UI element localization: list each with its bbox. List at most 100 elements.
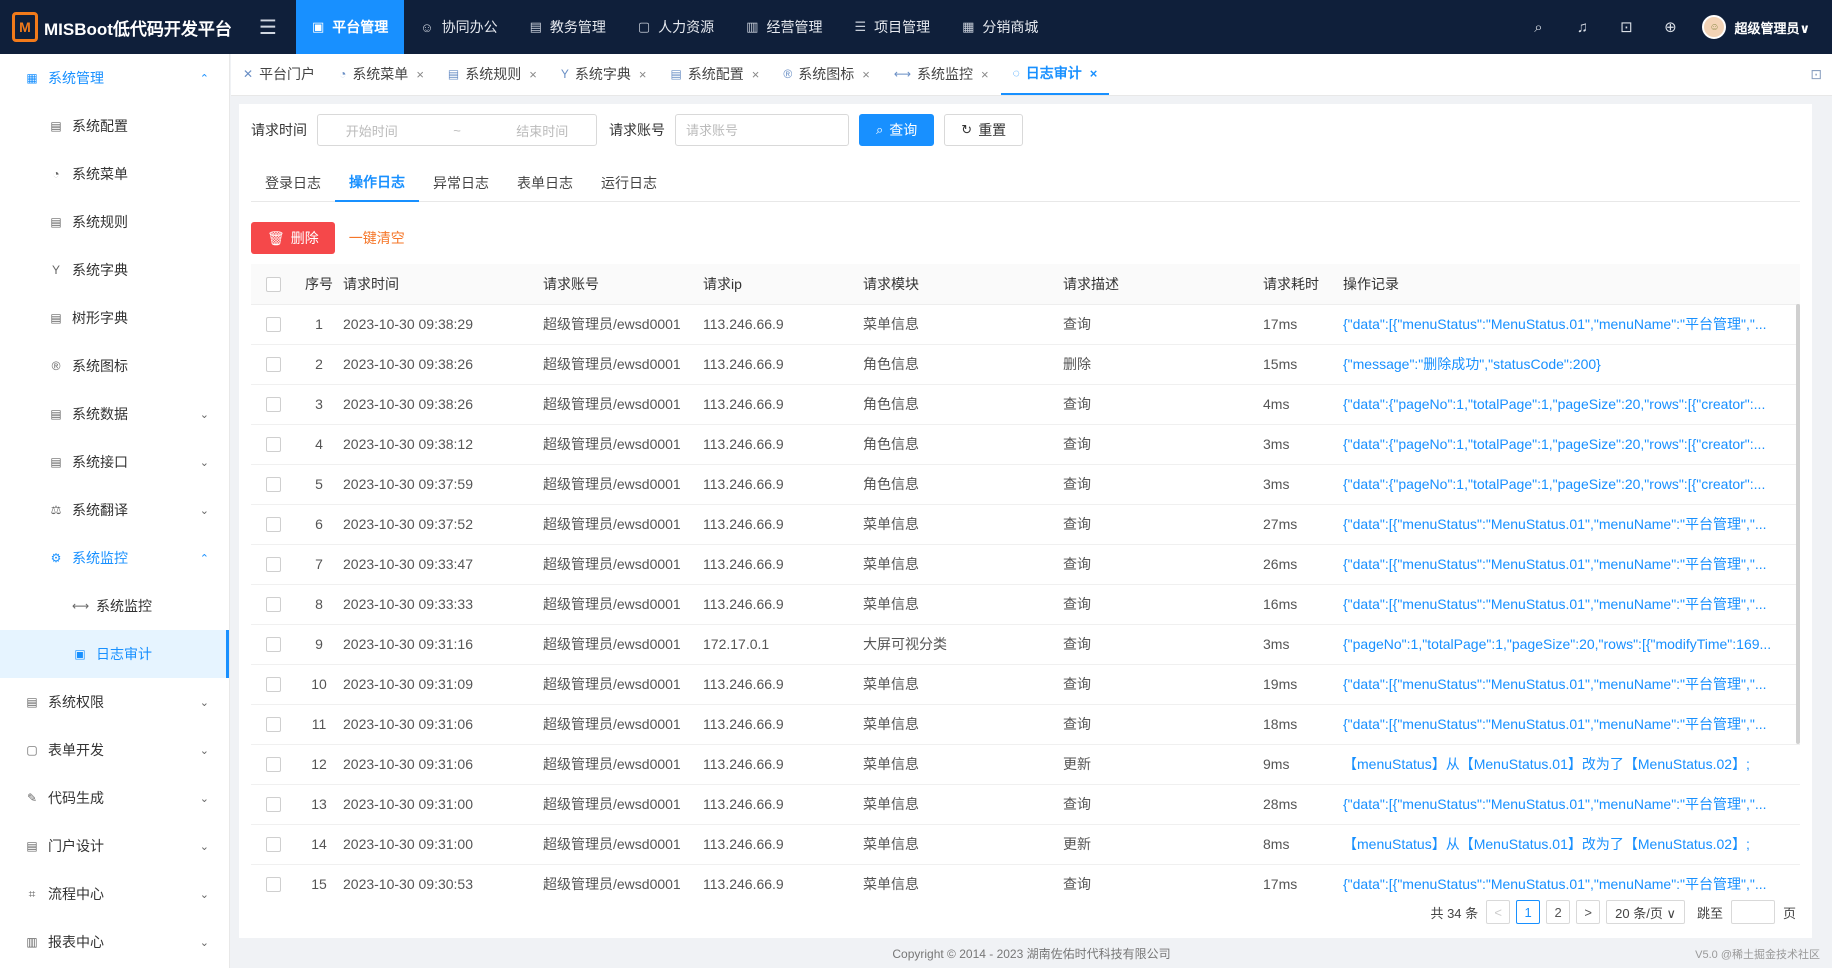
sidebar-item-5[interactable]: ▤ 树形字典 [0, 294, 229, 342]
log-tab-3[interactable]: 表单日志 [503, 164, 587, 202]
sidebar-item-14[interactable]: ▢ 表单开发 ⌄ [0, 726, 229, 774]
table-cell[interactable]: {"data":[{"menuStatus":"MenuStatus.01","… [1343, 584, 1800, 625]
sidebar-item-11[interactable]: ⟷ 系统监控 [0, 582, 229, 630]
table-row[interactable]: 6 2023-10-30 09:37:52 超级管理员/ewsd0001 113.24… [251, 504, 1800, 545]
row-checkbox[interactable] [265, 477, 281, 493]
table-cell[interactable]: {"data":[{"menuStatus":"MenuStatus.01","… [1343, 504, 1800, 545]
globe-icon[interactable]: ⊕ [1648, 18, 1692, 36]
row-checkbox[interactable] [265, 837, 281, 853]
nav-item-4[interactable]: ▥ 经营管理 [730, 0, 838, 54]
close-icon[interactable]: × [752, 67, 760, 82]
table-cell[interactable]: 【menuStatus】从【MenuStatus.01】改为了【MenuStat… [1343, 824, 1800, 865]
sidebar-item-1[interactable]: ▤ 系统配置 [0, 102, 229, 150]
row-checkbox[interactable] [265, 357, 281, 373]
row-checkbox[interactable] [265, 637, 281, 653]
close-icon[interactable]: × [862, 67, 870, 82]
sidebar-item-18[interactable]: ▥ 报表中心 ⌄ [0, 918, 229, 966]
log-tab-4[interactable]: 运行日志 [587, 164, 671, 202]
close-icon[interactable]: × [416, 67, 424, 82]
table-row[interactable]: 15 2023-10-30 09:30:53 超级管理员/ewsd0001 113.2… [251, 864, 1800, 894]
table-cell[interactable]: {"data":[{"menuStatus":"MenuStatus.01","… [1343, 544, 1800, 585]
table-row[interactable]: 11 2023-10-30 09:31:06 超级管理员/ewsd0001 113.2… [251, 704, 1800, 745]
row-checkbox[interactable] [265, 717, 281, 733]
row-checkbox[interactable] [265, 437, 281, 453]
sidebar-item-8[interactable]: ▤ 系统接口 ⌄ [0, 438, 229, 486]
table-cell[interactable]: {"pageNo":1,"totalPage":1,"pageSize":20,… [1343, 624, 1800, 665]
table-cell[interactable]: {"data":{"pageNo":1,"totalPage":1,"pageS… [1343, 464, 1800, 505]
logo[interactable]: M MISBoot低代码开发平台 [0, 0, 240, 54]
row-checkbox[interactable] [265, 517, 281, 533]
table-scrollbar[interactable] [1796, 304, 1800, 744]
tab-5[interactable]: ® 系统图标 × [771, 53, 881, 95]
table-row[interactable]: 14 2023-10-30 09:31:00 超级管理员/ewsd0001 113.2… [251, 824, 1800, 865]
table-row[interactable]: 9 2023-10-30 09:31:16 超级管理员/ewsd0001 172.17… [251, 624, 1800, 665]
close-icon[interactable]: × [639, 67, 647, 82]
row-checkbox[interactable] [265, 557, 281, 573]
nav-item-1[interactable]: ☺ 协同办公 [404, 0, 513, 54]
request-account-input[interactable] [675, 114, 849, 146]
row-checkbox[interactable] [265, 597, 281, 613]
log-tab-0[interactable]: 登录日志 [251, 164, 335, 202]
sidebar-item-10[interactable]: ⚙ 系统监控 ⌃ [0, 534, 229, 582]
search-button[interactable]: ⌕ 查询 [859, 114, 935, 146]
sidebar-item-16[interactable]: ▤ 门户设计 ⌄ [0, 822, 229, 870]
close-icon[interactable]: × [1090, 66, 1098, 81]
menu-toggle-icon[interactable]: ☰ [240, 0, 296, 54]
tab-0[interactable]: ✕ 平台门户 [231, 53, 327, 95]
bell-icon[interactable]: ♫ [1560, 19, 1604, 36]
log-tab-2[interactable]: 异常日志 [419, 164, 503, 202]
row-checkbox[interactable] [265, 797, 281, 813]
table-row[interactable]: 8 2023-10-30 09:33:33 超级管理员/ewsd0001 113.24… [251, 584, 1800, 625]
nav-item-3[interactable]: ▢ 人力资源 [622, 0, 730, 54]
table-cell[interactable]: {"data":[{"menuStatus":"MenuStatus.01","… [1343, 664, 1800, 705]
tab-lock-icon[interactable]: ⊡ [1810, 66, 1822, 83]
date-range-picker[interactable]: 开始时间 ~ 结束时间 [317, 114, 597, 146]
table-row[interactable]: 1 2023-10-30 09:38:29 超级管理员/ewsd0001 113.24… [251, 304, 1800, 345]
table-cell[interactable]: {"data":[{"menuStatus":"MenuStatus.01","… [1343, 864, 1800, 894]
table-cell[interactable]: {"data":{"pageNo":1,"totalPage":1,"pageS… [1343, 424, 1800, 465]
sidebar-item-9[interactable]: ⚖ 系统翻译 ⌄ [0, 486, 229, 534]
table-row[interactable]: 10 2023-10-30 09:31:09 超级管理员/ewsd0001 113.2… [251, 664, 1800, 705]
jump-page-input[interactable] [1730, 900, 1775, 924]
table-cell[interactable]: {"message":"删除成功","statusCode":200} [1343, 344, 1800, 385]
sidebar-item-6[interactable]: ® 系统图标 [0, 342, 229, 390]
next-page-button[interactable]: > [1576, 900, 1601, 924]
sidebar-item-7[interactable]: ▤ 系统数据 ⌄ [0, 390, 229, 438]
tab-7[interactable]: ◌ 日志审计 × [1000, 53, 1110, 95]
row-checkbox[interactable] [265, 397, 281, 413]
page-size-select[interactable]: 20 条/页 ∨ [1606, 900, 1685, 924]
close-icon[interactable]: × [529, 67, 537, 82]
tab-4[interactable]: ▤ 系统配置 × [658, 53, 771, 95]
table-row[interactable]: 3 2023-10-30 09:38:26 超级管理员/ewsd0001 113.24… [251, 384, 1800, 425]
sidebar-item-0[interactable]: ▦ 系统管理 ⌃ [0, 54, 229, 102]
nav-item-6[interactable]: ▦ 分销商城 [946, 0, 1054, 54]
sidebar-item-4[interactable]: Y 系统字典 [0, 246, 229, 294]
table-row[interactable]: 12 2023-10-30 09:31:06 超级管理员/ewsd0001 113.2… [251, 744, 1800, 785]
row-checkbox[interactable] [265, 317, 281, 333]
row-checkbox[interactable] [265, 677, 281, 693]
tab-2[interactable]: ▤ 系统规则 × [436, 53, 549, 95]
avatar[interactable]: ☺ [1702, 15, 1727, 39]
table-row[interactable]: 13 2023-10-30 09:31:00 超级管理员/ewsd0001 113.2… [251, 784, 1800, 825]
nav-item-2[interactable]: ▤ 教务管理 [514, 0, 622, 54]
nav-item-5[interactable]: ☰ 项目管理 [838, 0, 946, 54]
user-menu[interactable]: 超级管理员∨ [1734, 18, 1810, 37]
sidebar-item-13[interactable]: ▤ 系统权限 ⌄ [0, 678, 229, 726]
lock-icon[interactable]: ⊡ [1604, 18, 1648, 36]
sidebar-item-2[interactable]: ◔ 系统菜单 [0, 150, 229, 198]
table-cell[interactable]: 【menuStatus】从【MenuStatus.01】改为了【MenuStat… [1343, 744, 1800, 785]
page-button-1[interactable]: 1 [1516, 900, 1541, 924]
tab-1[interactable]: ◔ 系统菜单 × [327, 53, 436, 95]
page-button-2[interactable]: 2 [1546, 900, 1571, 924]
search-icon[interactable]: ⌕ [1516, 19, 1560, 36]
sidebar-item-17[interactable]: ⌗ 流程中心 ⌄ [0, 870, 229, 918]
select-all-checkbox[interactable] [265, 277, 281, 293]
sidebar-item-15[interactable]: ✎ 代码生成 ⌄ [0, 774, 229, 822]
table-row[interactable]: 5 2023-10-30 09:37:59 超级管理员/ewsd0001 113.24… [251, 464, 1800, 505]
clear-all-link[interactable]: 一键清空 [349, 228, 405, 248]
prev-page-button[interactable]: < [1486, 900, 1511, 924]
table-row[interactable]: 4 2023-10-30 09:38:12 超级管理员/ewsd0001 113.24… [251, 424, 1800, 465]
table-row[interactable]: 2 2023-10-30 09:38:26 超级管理员/ewsd0001 113.24… [251, 344, 1800, 385]
reset-button[interactable]: ↻ 重置 [944, 114, 1024, 146]
log-tab-1[interactable]: 操作日志 [335, 164, 419, 202]
